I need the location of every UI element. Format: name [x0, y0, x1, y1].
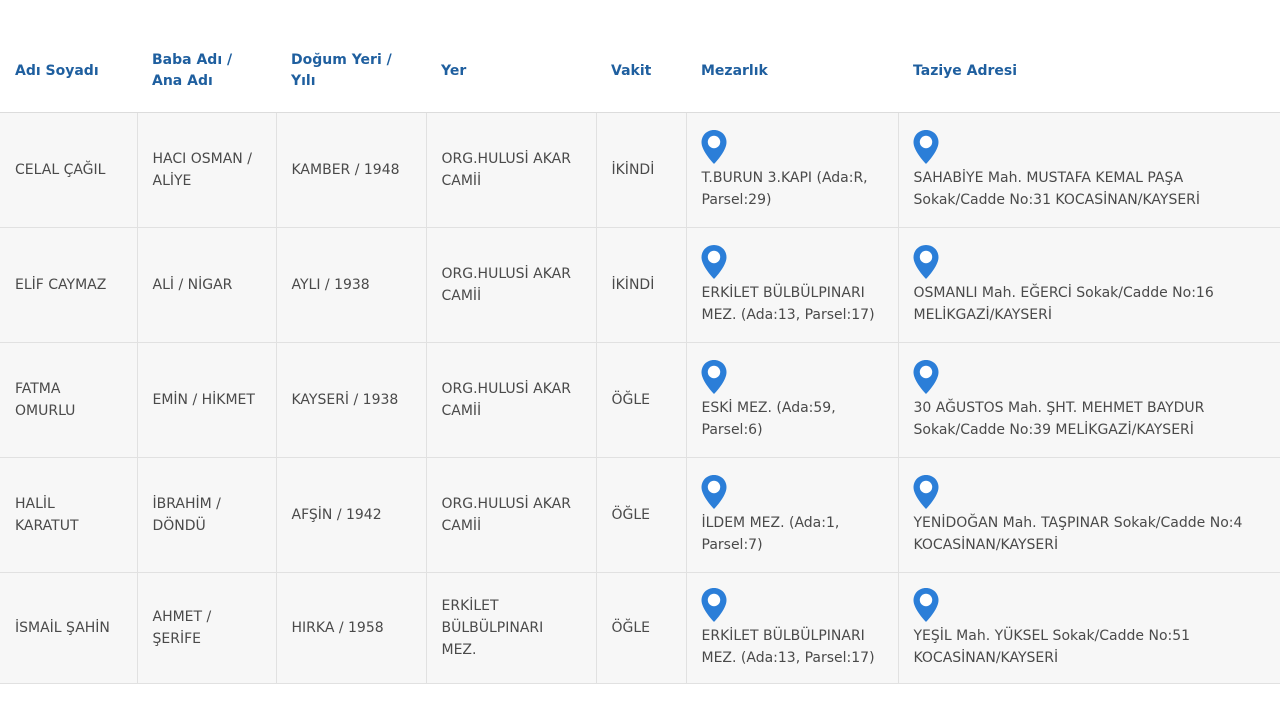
cemetery-text[interactable]: ESKİ MEZ. (Ada:59, Parsel:6) — [702, 397, 883, 441]
cell-time: ÖĞLE — [596, 572, 687, 684]
header-row: Adı Soyadı Baba Adı / Ana Adı Doğum Yeri … — [0, 30, 1280, 113]
header-birth-line1: Doğum Yeri / — [291, 52, 392, 68]
cemetery-text[interactable]: ERKİLET BÜLBÜLPINARI MEZ. (Ada:13, Parse… — [702, 625, 883, 669]
cell-parents: EMİN / HİKMET — [137, 342, 277, 458]
header-parents-line1: Baba Adı / — [152, 52, 233, 68]
cell-name: CELAL ÇAĞIL — [0, 112, 138, 228]
cell-cemetery: ERKİLET BÜLBÜLPINARI MEZ. (Ada:13, Parse… — [686, 572, 899, 684]
cell-birth: KAMBER / 1948 — [276, 112, 427, 228]
cell-parents: ALİ / NİGAR — [137, 227, 277, 343]
map-pin-icon[interactable] — [700, 587, 728, 623]
map-pin-icon[interactable] — [912, 359, 940, 395]
cell-name: İSMAİL ŞAHİN — [0, 572, 138, 684]
cell-parents: AHMET / ŞERİFE — [137, 572, 277, 684]
table-row: ELİF CAYMAZ ALİ / NİGAR AYLI / 1938 ORG.… — [0, 227, 1280, 343]
cell-time: ÖĞLE — [596, 457, 687, 573]
cemetery-text[interactable]: T.BURUN 3.KAPI (Ada:R, Parsel:29) — [702, 167, 883, 211]
condolence-text[interactable]: OSMANLI Mah. EĞERCİ Sokak/Cadde No:16 ME… — [914, 282, 1266, 326]
cemetery-text[interactable]: İLDEM MEZ. (Ada:1, Parsel:7) — [702, 512, 883, 556]
cell-condolence: 30 AĞUSTOS Mah. ŞHT. MEHMET BAYDUR Sokak… — [898, 342, 1280, 458]
table-header: Adı Soyadı Baba Adı / Ana Adı Doğum Yeri … — [0, 30, 1280, 113]
cell-cemetery: T.BURUN 3.KAPI (Ada:R, Parsel:29) — [686, 112, 899, 228]
cell-time: İKİNDİ — [596, 227, 687, 343]
cell-place: ORG.HULUSİ AKAR CAMİİ — [426, 112, 597, 228]
map-pin-icon[interactable] — [700, 474, 728, 510]
header-parents: Baba Adı / Ana Adı — [137, 30, 276, 113]
header-time-label: Vakit — [611, 62, 652, 79]
cell-place: ERKİLET BÜLBÜLPINARI MEZ. — [426, 572, 597, 684]
cell-condolence: SAHABİYE Mah. MUSTAFA KEMAL PAŞA Sokak/C… — [898, 112, 1280, 228]
header-place-label: Yer — [441, 62, 467, 79]
cell-cemetery: İLDEM MEZ. (Ada:1, Parsel:7) — [686, 457, 899, 573]
cell-name: FATMA OMURLU — [0, 342, 138, 458]
obituary-page: Adı Soyadı Baba Adı / Ana Adı Doğum Yeri … — [0, 0, 1280, 723]
header-time: Vakit — [596, 30, 686, 113]
obituary-table: Adı Soyadı Baba Adı / Ana Adı Doğum Yeri … — [0, 30, 1280, 684]
map-pin-icon[interactable] — [912, 129, 940, 165]
condolence-text[interactable]: YEŞİL Mah. YÜKSEL Sokak/Cadde No:51 KOCA… — [914, 625, 1266, 669]
table-row: FATMA OMURLU EMİN / HİKMET KAYSERİ / 193… — [0, 342, 1280, 458]
map-pin-icon[interactable] — [700, 359, 728, 395]
cell-parents: İBRAHİM / DÖNDÜ — [137, 457, 277, 573]
map-pin-icon[interactable] — [912, 244, 940, 280]
table-row: CELAL ÇAĞIL HACI OSMAN / ALİYE KAMBER / … — [0, 112, 1280, 228]
cell-birth: KAYSERİ / 1938 — [276, 342, 427, 458]
cell-parents: HACI OSMAN / ALİYE — [137, 112, 277, 228]
header-cemetery-label: Mezarlık — [701, 62, 768, 79]
cell-condolence: YEŞİL Mah. YÜKSEL Sokak/Cadde No:51 KOCA… — [898, 572, 1280, 684]
header-name-label: Adı Soyadı — [15, 62, 99, 79]
condolence-text[interactable]: SAHABİYE Mah. MUSTAFA KEMAL PAŞA Sokak/C… — [914, 167, 1266, 211]
table-row: HALİL KARATUT İBRAHİM / DÖNDÜ AFŞİN / 19… — [0, 457, 1280, 573]
cell-place: ORG.HULUSİ AKAR CAMİİ — [426, 342, 597, 458]
cell-time: ÖĞLE — [596, 342, 687, 458]
header-cemetery: Mezarlık — [686, 30, 898, 113]
header-condolence-label: Taziye Adresi — [913, 62, 1018, 79]
condolence-text[interactable]: YENİDOĞAN Mah. TAŞPINAR Sokak/Cadde No:4… — [914, 512, 1266, 556]
cell-condolence: OSMANLI Mah. EĞERCİ Sokak/Cadde No:16 ME… — [898, 227, 1280, 343]
header-parents-line2: Ana Adı — [152, 73, 213, 89]
cell-birth: AYLI / 1938 — [276, 227, 427, 343]
map-pin-icon[interactable] — [912, 474, 940, 510]
cell-name: ELİF CAYMAZ — [0, 227, 138, 343]
cell-time: İKİNDİ — [596, 112, 687, 228]
condolence-text[interactable]: 30 AĞUSTOS Mah. ŞHT. MEHMET BAYDUR Sokak… — [914, 397, 1266, 441]
cell-cemetery: ESKİ MEZ. (Ada:59, Parsel:6) — [686, 342, 899, 458]
map-pin-icon[interactable] — [700, 129, 728, 165]
cell-name: HALİL KARATUT — [0, 457, 138, 573]
cell-place: ORG.HULUSİ AKAR CAMİİ — [426, 457, 597, 573]
table-body: CELAL ÇAĞIL HACI OSMAN / ALİYE KAMBER / … — [0, 112, 1280, 684]
header-birth: Doğum Yeri / Yılı — [276, 30, 426, 113]
cell-cemetery: ERKİLET BÜLBÜLPINARI MEZ. (Ada:13, Parse… — [686, 227, 899, 343]
header-place: Yer — [426, 30, 596, 113]
page-bottom-space — [0, 684, 1280, 723]
table-row: İSMAİL ŞAHİN AHMET / ŞERİFE HIRKA / 1958… — [0, 572, 1280, 684]
cemetery-text[interactable]: ERKİLET BÜLBÜLPINARI MEZ. (Ada:13, Parse… — [702, 282, 883, 326]
cell-birth: AFŞİN / 1942 — [276, 457, 427, 573]
cell-condolence: YENİDOĞAN Mah. TAŞPINAR Sokak/Cadde No:4… — [898, 457, 1280, 573]
header-birth-line2: Yılı — [291, 73, 316, 89]
cell-birth: HIRKA / 1958 — [276, 572, 427, 684]
header-condolence: Taziye Adresi — [898, 30, 1280, 113]
cell-place: ORG.HULUSİ AKAR CAMİİ — [426, 227, 597, 343]
map-pin-icon[interactable] — [912, 587, 940, 623]
map-pin-icon[interactable] — [700, 244, 728, 280]
header-name: Adı Soyadı — [0, 30, 137, 113]
